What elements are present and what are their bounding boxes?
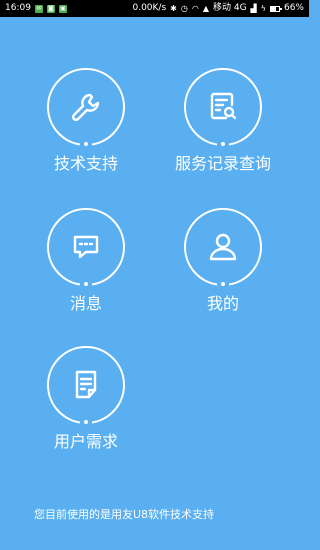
net-speed: 0.00K/s [132, 3, 167, 13]
sms-icon: ✉ [34, 4, 43, 13]
status-right: 0.00K/s ✱ ◷ ◠ ▲ 移动 4G ▟ ϟ 66% [132, 0, 304, 17]
tech-support-ring [47, 68, 125, 148]
user-requirements-ring [47, 346, 125, 426]
status-bar: 16:09 ✉ ◙ ▣ 0.00K/s ✱ ◷ ◠ ▲ 移动 4G ▟ ϟ 66… [0, 0, 309, 17]
my-profile-ring [184, 208, 262, 288]
bluetooth-icon: ✱ [170, 4, 177, 13]
signal-icon: ▲ [202, 4, 209, 13]
footer-note: 您目前使用的是用友U8软件技术支持 [34, 508, 215, 521]
status-left: 16:09 ✉ ◙ ▣ [5, 0, 67, 17]
document-edit-icon [75, 370, 97, 399]
battery-percent: 66% [283, 3, 304, 13]
battery-icon [269, 5, 282, 12]
wrench-icon [71, 93, 100, 122]
signal-bars-icon: ▟ [250, 4, 257, 13]
messages-ring [47, 208, 125, 288]
tech-support-label: 技术支持 [53, 154, 118, 173]
my-profile-label: 我的 [206, 294, 239, 313]
chat-icon: ◙ [46, 4, 55, 13]
user-icon [209, 233, 237, 261]
tech-support-button[interactable]: 技术支持 [26, 68, 146, 188]
status-time: 16:09 [5, 3, 31, 13]
alarm-icon: ◷ [180, 4, 188, 13]
app-icon: ▣ [58, 4, 67, 13]
service-record-query-button[interactable]: 服务记录查询 [163, 68, 283, 188]
messages-label: 消息 [69, 294, 102, 313]
messages-button[interactable]: 消息 [26, 208, 146, 328]
user-requirements-button[interactable]: 用户需求 [26, 346, 146, 466]
charging-icon: ϟ [260, 4, 266, 13]
wifi-icon: ◠ [191, 4, 199, 13]
carrier-label: 移动 4G [212, 3, 247, 13]
my-profile-button[interactable]: 我的 [163, 208, 283, 328]
service-record-label: 服务记录查询 [174, 154, 271, 173]
service-record-ring [184, 68, 262, 148]
document-search-icon [210, 92, 237, 120]
message-icon [73, 235, 99, 259]
user-requirements-label: 用户需求 [53, 432, 118, 451]
